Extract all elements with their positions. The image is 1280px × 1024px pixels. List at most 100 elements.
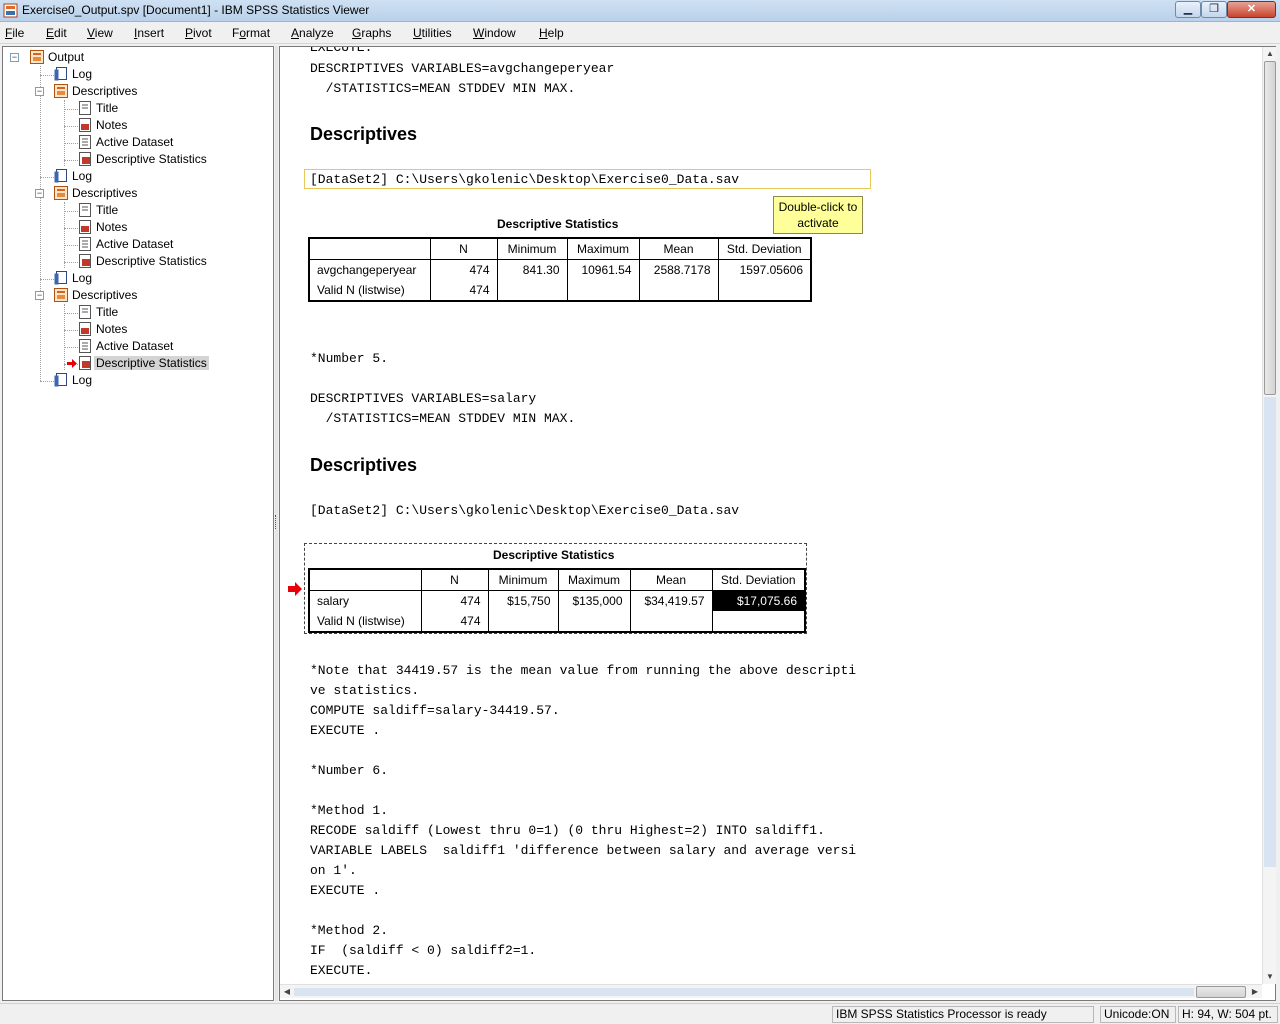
pivot-table-title: Descriptive Statistics (493, 548, 615, 562)
close-button[interactable]: ✕ (1227, 1, 1276, 18)
vertical-scroll-thumb[interactable] (1264, 61, 1276, 395)
horizontal-scroll-thumb[interactable] (1196, 986, 1246, 998)
column-header: Maximum (566, 238, 639, 260)
cell-minimum[interactable]: $15,750 (487, 590, 558, 611)
menu-file[interactable]: File (5, 26, 24, 40)
tree-node-label: Notes (96, 322, 128, 336)
cell-mean[interactable] (638, 280, 718, 301)
vertical-scrollbar[interactable]: ▲ ▼ (1262, 47, 1276, 984)
tree-node-descriptive-statistics[interactable]: Descriptive Statistics (78, 151, 209, 168)
collapse-output-toggle[interactable]: − (10, 53, 19, 62)
horizontal-scrollbar[interactable]: ◀ ▶ (280, 984, 1262, 998)
tree-connector (64, 313, 78, 314)
tree-node-log[interactable]: Log (54, 168, 94, 185)
scroll-left-icon[interactable]: ◀ (280, 985, 294, 999)
tree-node-active-dataset[interactable]: Active Dataset (78, 236, 175, 253)
cell-maximum[interactable] (557, 611, 630, 632)
menu-graphs[interactable]: Graphs (352, 26, 391, 40)
processor-status: IBM SPSS Statistics Processor is ready (832, 1006, 1094, 1023)
tree-node-title[interactable]: Title (78, 304, 120, 321)
cell-std-deviation-selected[interactable]: $17,075.66 (711, 590, 805, 611)
cell-mean[interactable]: $34,419.57 (629, 590, 712, 611)
menu-edit[interactable]: Edit (46, 26, 67, 40)
descriptive-statistics-table-2[interactable]: N Minimum Maximum Mean Std. Deviation sa… (308, 568, 806, 633)
tree-node-notes[interactable]: Notes (78, 219, 129, 236)
cell-minimum[interactable] (496, 280, 567, 301)
cell-minimum[interactable] (487, 611, 558, 632)
tree-node-active-dataset[interactable]: Active Dataset (78, 338, 175, 355)
tree-connector (64, 330, 78, 331)
tree-connector (64, 228, 78, 229)
tree-node-log[interactable]: Log (54, 66, 94, 83)
maximize-button[interactable]: ❐ (1201, 1, 1227, 18)
collapse-descriptives-toggle[interactable]: − (35, 291, 44, 300)
spss-app-icon[interactable] (3, 3, 18, 18)
column-header: Std. Deviation (717, 238, 811, 260)
collapse-descriptives-toggle[interactable]: − (35, 189, 44, 198)
tree-node-active-dataset[interactable]: Active Dataset (78, 134, 175, 151)
tree-node-descriptives[interactable]: Descriptives (54, 83, 139, 100)
tree-node-title[interactable]: Title (78, 100, 120, 117)
cell-std-deviation[interactable] (711, 611, 805, 632)
table-row: Valid N (listwise) 474 (309, 280, 811, 301)
cell-std-deviation[interactable] (717, 280, 811, 301)
splitter-grip[interactable] (275, 515, 278, 529)
cell-n[interactable]: 474 (429, 280, 497, 301)
output-content-pane[interactable]: EXECUTE. DESCRIPTIVES VARIABLES=avgchang… (279, 46, 1276, 1001)
row-label[interactable]: avgchangeperyear (309, 259, 430, 280)
tree-node-label: Active Dataset (96, 237, 174, 251)
descriptive-statistics-table-1[interactable]: N Minimum Maximum Mean Std. Deviation av… (308, 237, 812, 302)
scroll-down-icon[interactable]: ▼ (1263, 970, 1277, 984)
cell-minimum[interactable]: 841.30 (496, 259, 567, 280)
menu-help[interactable]: Help (539, 26, 564, 40)
descriptives-heading: Descriptives (310, 124, 418, 144)
dataset-path: [DataSet2] C:\Users\gkolenic\Desktop\Exe… (310, 503, 740, 518)
tree-node-notes[interactable]: Notes (78, 117, 129, 134)
cell-std-deviation[interactable]: 1597.05606 (717, 259, 811, 280)
minimize-button[interactable]: ▁ (1175, 1, 1201, 18)
tree-node-label: Descriptives (72, 288, 138, 302)
outline-pane[interactable]: − − − − Output Log Descriptives Title No… (2, 46, 274, 1001)
tree-node-descriptives[interactable]: Descriptives (54, 185, 139, 202)
cell-n[interactable]: 474 (429, 259, 497, 280)
window-title: Exercise0_Output.spv [Document1] - IBM S… (22, 3, 370, 17)
cell-n[interactable]: 474 (420, 590, 488, 611)
row-label[interactable]: Valid N (listwise) (309, 611, 421, 632)
tree-node-log[interactable]: Log (54, 270, 94, 287)
spss-viewer-window: Exercise0_Output.spv [Document1] - IBM S… (0, 0, 1280, 1024)
tree-connector (64, 126, 78, 127)
procedure-book-icon (54, 288, 68, 302)
tree-node-output[interactable]: Output (30, 49, 86, 66)
tree-node-label: Active Dataset (96, 135, 174, 149)
collapse-descriptives-toggle[interactable]: − (35, 87, 44, 96)
cell-mean[interactable] (629, 611, 712, 632)
tree-node-title[interactable]: Title (78, 202, 120, 219)
menu-format[interactable]: Format (232, 26, 270, 40)
pivot-table-title: Descriptive Statistics (497, 217, 619, 231)
syntax-text-cut: EXECUTE. (310, 46, 373, 55)
tree-node-label: Descriptive Statistics (94, 356, 209, 370)
cell-maximum[interactable]: 10961.54 (566, 259, 639, 280)
row-label[interactable]: salary (309, 590, 421, 611)
menu-insert[interactable]: Insert (134, 26, 164, 40)
tree-node-label: Notes (96, 118, 128, 132)
tree-node-descriptive-statistics[interactable]: Descriptive Statistics (78, 253, 209, 270)
menu-utilities[interactable]: Utilities (413, 26, 452, 40)
menu-window[interactable]: Window (473, 26, 516, 40)
menu-pivot[interactable]: Pivot (185, 26, 212, 40)
tree-node-descriptive-statistics-selected[interactable]: Descriptive Statistics (78, 355, 209, 372)
scroll-up-icon[interactable]: ▲ (1263, 47, 1277, 61)
notes-icon (79, 220, 91, 234)
dataset-doc-icon (79, 339, 91, 353)
row-label[interactable]: Valid N (listwise) (309, 280, 430, 301)
tree-node-descriptives[interactable]: Descriptives (54, 287, 139, 304)
menu-analyze[interactable]: Analyze (291, 26, 334, 40)
menu-view[interactable]: View (87, 26, 113, 40)
cell-maximum[interactable]: $135,000 (557, 590, 630, 611)
cell-n[interactable]: 474 (420, 611, 488, 632)
cell-maximum[interactable] (566, 280, 639, 301)
scroll-right-icon[interactable]: ▶ (1248, 985, 1262, 999)
tree-node-notes[interactable]: Notes (78, 321, 129, 338)
tree-node-log[interactable]: Log (54, 372, 94, 389)
cell-mean[interactable]: 2588.7178 (638, 259, 718, 280)
